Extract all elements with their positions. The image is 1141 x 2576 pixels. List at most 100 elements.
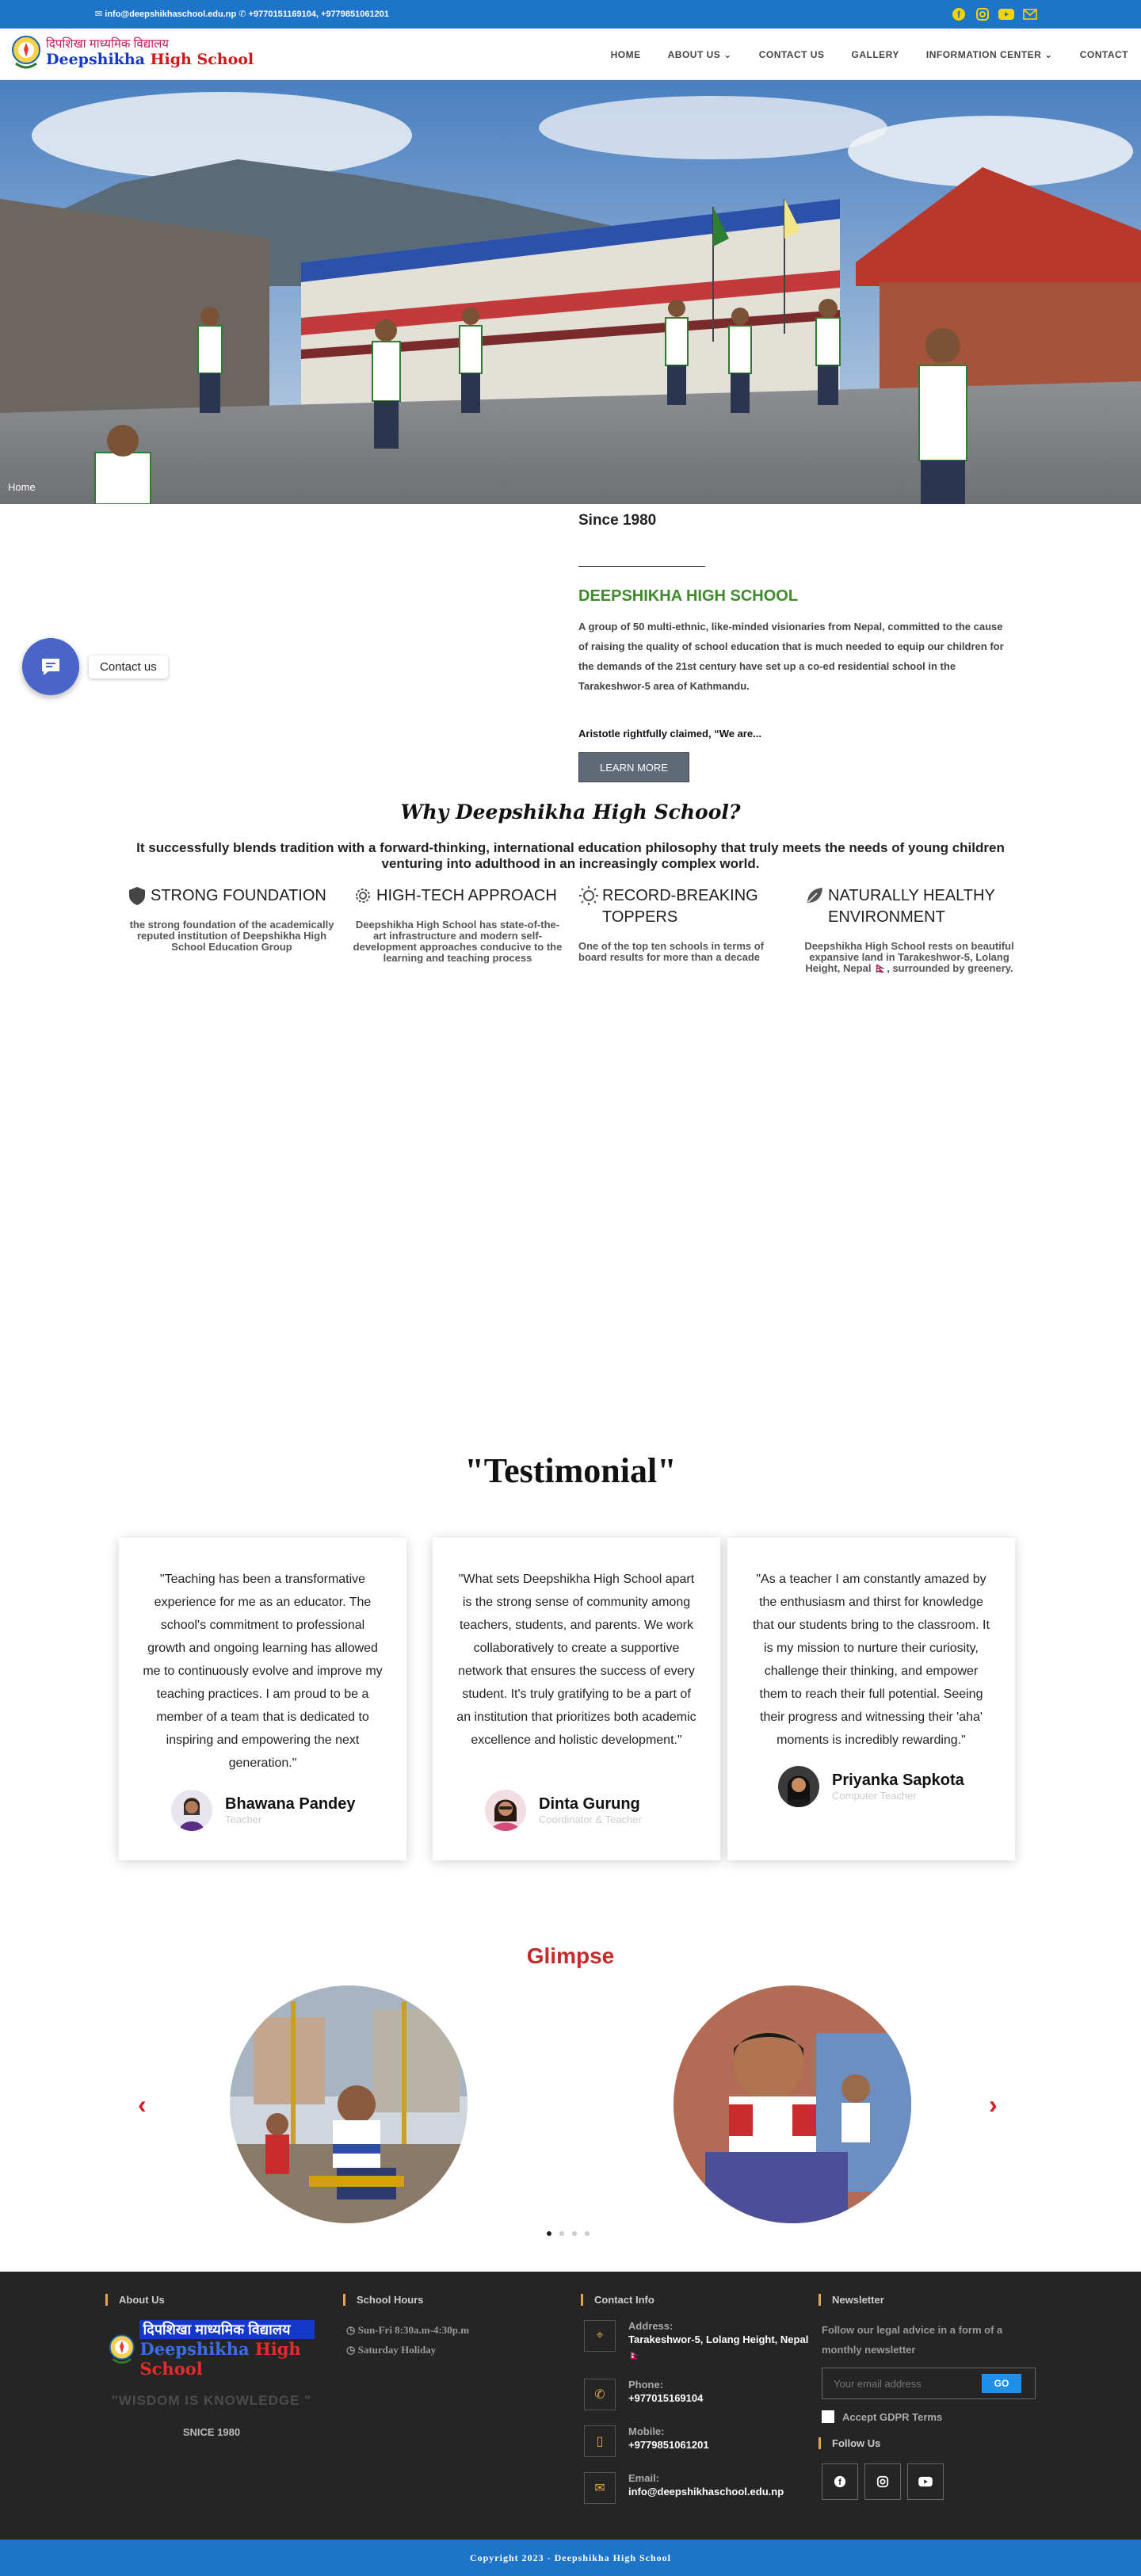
testimonial-role: Coordinator & Teacher [539,1814,642,1825]
newsletter-text: Follow our legal advice in a form of a m… [822,2324,1003,2356]
topbar-contact-info: ✉ info@deepshikhaschool.edu.np ✆ +977015… [95,10,389,19]
nav-about-us[interactable]: ABOUT US ⌄ [668,49,732,60]
avatar [485,1790,526,1831]
avatar [171,1790,212,1831]
gear-icon [356,889,370,903]
contact-address: ⌖ Address: Tarakeshwor-5, Lolang Height, N… [584,2320,814,2364]
why-heading: Why Deepshikha High School? [400,801,741,824]
shield-icon [129,887,145,905]
chat-bubble-icon[interactable] [22,638,79,695]
mobile-icon: ▯ [584,2425,616,2457]
glimpse-photo[interactable] [230,1986,467,2223]
carousel-dot[interactable] [559,2231,564,2236]
testimonial-role: Teacher [225,1814,262,1825]
feature-text: One of the top ten schools in terms of b… [578,940,765,963]
chat-label[interactable]: Contact us [89,655,168,678]
why-subtitle: It successfully blends tradition with a … [136,840,1005,871]
phone-icon: ✆ [584,2379,616,2410]
feature-title: NATURALLY HEALTHY ENVIRONMENT [828,887,995,926]
school-emblem-icon [12,36,40,69]
footer-contact: Contact Info ⌖ Address: Tarakeshwor-5, Lol… [581,2294,814,2519]
site-logo[interactable]: दिपशिखा माध्यमिक विद्यालय Deepshikha Hig… [11,35,254,70]
newsletter-go-button[interactable]: GO [982,2374,1021,2393]
youtube-icon[interactable] [907,2463,944,2500]
nav-gallery[interactable]: GALLERY [851,49,899,60]
gdpr-checkbox[interactable] [822,2410,834,2423]
testimonial-card: "As a teacher I am constantly amazed by … [727,1538,1015,1860]
location-icon: ⌖ [584,2320,616,2352]
hero-photo [0,80,1141,504]
footer-heading: About Us [105,2294,315,2306]
carousel-dot[interactable] [547,2231,551,2236]
hero-banner: Home [0,80,1141,504]
hours-line: ◷ Saturday Holiday [346,2344,437,2356]
feature-high-tech: HIGH-TECH APPROACH Deepshikha High Schoo… [353,885,563,964]
testimonial-card: "What sets Deepshikha High School apart … [433,1538,720,1860]
nav-contact-us[interactable]: CONTACT US [759,49,825,60]
testimonial-name: Bhawana Pandey [225,1795,356,1813]
school-title: DEEPSHIKHA HIGH SCHOOL [578,587,799,605]
clock-icon: ◷ [346,2344,356,2356]
copyright-bar: Copyright 2023 - Deepshikha High School [0,2540,1141,2576]
youtube-icon[interactable] [998,6,1014,22]
nav-contact[interactable]: CONTACT [1080,49,1128,60]
footer-heading: Newsletter [819,2294,1044,2306]
contact-email[interactable]: ✉ Email: info@deepshikhaschool.edu.np [584,2472,814,2504]
footer-since: SNICE 1980 [182,2426,241,2438]
topbar-social-links: f [951,6,1038,22]
newsletter-form: GO [822,2368,1044,2399]
footer-newsletter: Newsletter Follow our legal advice in a … [819,2294,1044,2500]
feature-title: RECORD-BREAKING TOPPERS [602,887,758,926]
footer-social-links: f [822,2463,1044,2500]
footer-heading: Follow Us [819,2437,1044,2449]
main-navbar: दिपशिखा माध्यमिक विद्यालय Deepshikha Hig… [0,29,1141,80]
avatar [778,1766,819,1807]
testimonial-heading: "Testimonial" [464,1451,677,1490]
chevron-down-icon: ⌄ [723,48,732,60]
carousel-prev-arrow[interactable]: ‹ [138,2090,147,2119]
facebook-icon[interactable]: f [822,2463,858,2500]
nav-information-center[interactable]: INFORMATION CENTER ⌄ [926,49,1053,60]
learn-more-button[interactable]: LEARN MORE [578,752,689,782]
carousel-next-arrow[interactable]: › [989,2090,998,2119]
about-quote: Aristotle rightfully claimed, “We are... [578,728,761,740]
feature-text: the strong foundation of the academicall… [129,919,334,953]
instagram-icon[interactable] [975,6,990,22]
feature-text: Deepshikha High School has state-of-the-… [353,919,563,964]
instagram-icon[interactable] [864,2463,901,2500]
svg-text:f: f [838,2478,841,2487]
breadcrumb[interactable]: Home [8,481,36,493]
feature-record-breaking: RECORD-BREAKING TOPPERS One of the top t… [578,885,788,963]
testimonial-card: "Teaching has been a transformative expe… [119,1538,406,1860]
leaf-icon [807,888,822,903]
about-section: Since 1980 DEEPSHIKHA HIGH SCHOOL A grou… [578,512,1014,782]
gdpr-label: Accept GDPR Terms [842,2410,943,2423]
glimpse-photo[interactable] [674,1986,911,2223]
carousel-dot[interactable] [572,2231,577,2236]
testimonial-person: Bhawana Pandey Teacher [171,1790,356,1831]
contact-phone[interactable]: ✆ Phone: +977015169104 [584,2379,814,2410]
feature-strong-foundation: STRONG FOUNDATION the strong foundation … [127,885,337,953]
nav-home[interactable]: HOME [611,49,641,60]
glimpse-heading: Glimpse [526,1943,615,1968]
chevron-down-icon: ⌄ [1044,48,1053,60]
footer-motto: "WISDOM IS KNOWLEDGE " [111,2393,312,2408]
logo-devanagari-text: दिपशिखा माध्यमिक विद्यालय [46,36,169,51]
testimonial-text: "As a teacher I am constantly amazed by … [753,1573,990,1747]
since-heading: Since 1980 [578,512,657,529]
carousel-dots [547,2231,590,2236]
testimonial-text: "Teaching has been a transformative expe… [143,1573,383,1770]
mail-icon[interactable] [1022,6,1038,22]
footer-about: About Us दिपशिखा माध्यमिक विद्यालय Deeps… [105,2294,315,2438]
contact-mobile[interactable]: ▯ Mobile: +9779851061201 [584,2425,814,2457]
facebook-icon[interactable]: f [951,6,967,22]
footer-heading: Contact Info [581,2294,814,2306]
testimonial-text: "What sets Deepshikha High School apart … [456,1573,696,1747]
clock-icon: ◷ [346,2324,356,2336]
feature-title: HIGH-TECH APPROACH [376,887,557,904]
footer-logo: दिपशिखा माध्यमिक विद्यालय Deepshikha Hig… [109,2320,315,2379]
testimonial-person: Priyanka Sapkota Computer Teacher [778,1766,964,1807]
carousel-dot[interactable] [585,2231,590,2236]
primary-nav: HOME ABOUT US ⌄ CONTACT US GALLERY INFOR… [611,29,1141,80]
contact-chat-widget[interactable]: Contact us [22,638,168,695]
